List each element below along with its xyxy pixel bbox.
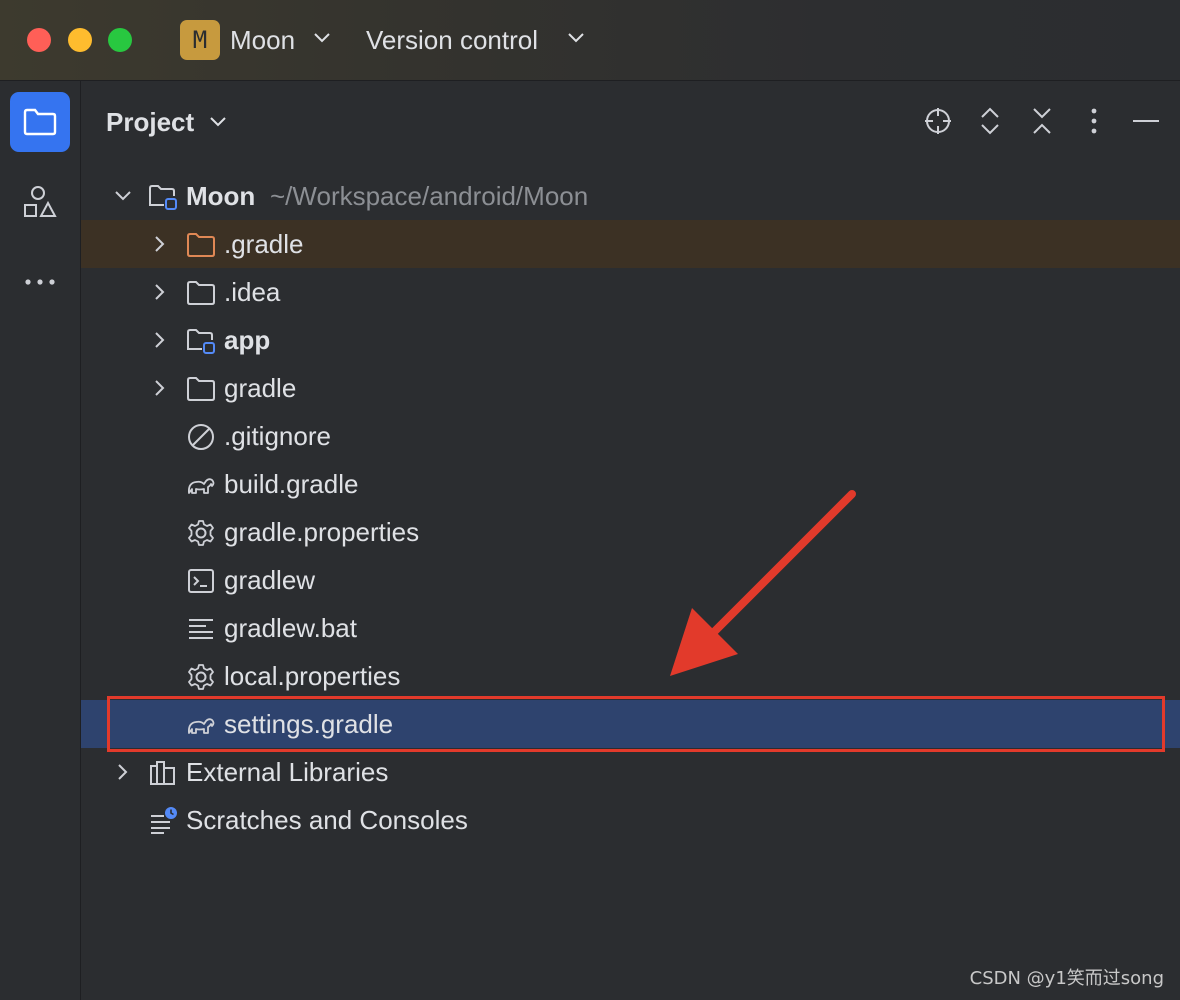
tree-row[interactable]: .gradle: [81, 220, 1180, 268]
tree-label: Moon: [186, 181, 256, 211]
scratches-icon: [151, 807, 177, 834]
project-badge[interactable]: M: [180, 20, 220, 60]
options-icon[interactable]: [1076, 103, 1112, 139]
folder-icon: [23, 108, 57, 136]
tree-label: Scratches and Consoles: [186, 805, 468, 835]
collapse-all-icon[interactable]: [1024, 103, 1060, 139]
folder-orange-icon: [187, 233, 215, 257]
folder-icon: [187, 281, 215, 305]
tree-row[interactable]: build.gradle: [81, 460, 1180, 508]
vcs-menu[interactable]: Version control: [366, 24, 538, 56]
tree-path: ~/Workspace/android/Moon: [270, 181, 589, 211]
tree-row[interactable]: local.properties: [81, 652, 1180, 700]
annotation-arrow-icon: [670, 490, 856, 676]
title-bar: M Moon Version control: [0, 0, 1180, 81]
tree-label: gradlew: [224, 565, 316, 595]
tree-label: gradlew.bat: [224, 613, 357, 643]
chevron-right-icon[interactable]: [113, 762, 133, 782]
annotation-highlight-box: [107, 696, 1165, 752]
project-switcher[interactable]: Moon: [230, 24, 295, 56]
project-tool-button[interactable]: [10, 92, 70, 152]
chevron-right-icon[interactable]: [150, 234, 170, 254]
chevron-right-icon[interactable]: [150, 282, 170, 302]
hide-icon[interactable]: [1128, 103, 1164, 139]
tree-label: app: [224, 325, 271, 355]
window-close-button[interactable]: [27, 28, 51, 52]
window-maximize-button[interactable]: [108, 28, 132, 52]
library-icon: [150, 761, 175, 785]
chevron-down-icon[interactable]: [209, 116, 227, 128]
module-folder-icon: [149, 185, 177, 210]
tree-row-root[interactable]: Moon ~/Workspace/android/Moon: [81, 172, 1180, 220]
tree-row[interactable]: app: [81, 316, 1180, 364]
tree-row-external-libraries[interactable]: External Libraries: [81, 748, 1180, 796]
text-file-icon: [189, 619, 213, 639]
tree-label: gradle.properties: [224, 517, 420, 547]
tree-label: External Libraries: [186, 757, 389, 787]
tree-label: .gradle: [224, 229, 304, 259]
project-panel: Project Moon ~/Workspace/android/Moon .g…: [81, 81, 1180, 1000]
structure-icon: [24, 186, 57, 217]
gear-icon: [188, 664, 214, 690]
tree-label: local.properties: [224, 661, 401, 691]
terminal-icon: [188, 569, 214, 593]
tree-row[interactable]: gradlew: [81, 556, 1180, 604]
tree-label: gradle: [224, 373, 297, 403]
panel-title[interactable]: Project: [106, 105, 194, 139]
ignore-file-icon: [188, 424, 214, 450]
tree-row-scratches[interactable]: Scratches and Consoles: [81, 796, 1180, 844]
expand-all-icon[interactable]: [972, 103, 1008, 139]
tree-row[interactable]: .gitignore: [81, 412, 1180, 460]
window-minimize-button[interactable]: [68, 28, 92, 52]
tree-label: .gitignore: [224, 421, 331, 451]
folder-icon: [187, 377, 215, 401]
watermark: CSDN @y1笑而过song: [969, 968, 1164, 989]
module-folder-icon: [187, 329, 215, 354]
tree-row[interactable]: gradlew.bat: [81, 604, 1180, 652]
chevron-down-icon[interactable]: [567, 32, 585, 44]
chevron-down-icon[interactable]: [113, 186, 133, 206]
tree-row[interactable]: gradle: [81, 364, 1180, 412]
more-tools-button[interactable]: [10, 252, 70, 312]
tree-row[interactable]: .idea: [81, 268, 1180, 316]
chevron-right-icon[interactable]: [150, 330, 170, 350]
tree-label: build.gradle: [224, 469, 359, 499]
chevron-right-icon[interactable]: [150, 378, 170, 398]
gear-icon: [188, 520, 214, 546]
tree-row[interactable]: gradle.properties: [81, 508, 1180, 556]
tool-window-stripe: [0, 81, 81, 1000]
tree-label: .idea: [224, 277, 281, 307]
more-horizontal-icon: [25, 279, 55, 285]
locate-icon[interactable]: [920, 103, 956, 139]
chevron-down-icon[interactable]: [313, 32, 331, 44]
structure-tool-button[interactable]: [10, 172, 70, 232]
gradle-elephant-icon: [187, 478, 215, 494]
